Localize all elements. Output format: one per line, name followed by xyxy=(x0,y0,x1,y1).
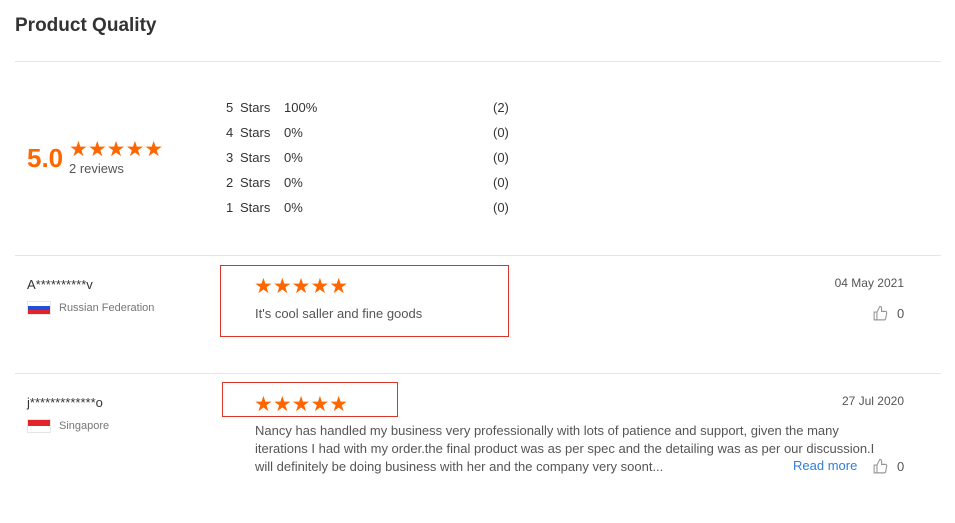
reviewer-name: j*************o xyxy=(27,395,103,410)
star-level: 3 xyxy=(226,150,234,165)
star-level: 2 xyxy=(226,175,234,190)
star-label: Stars xyxy=(240,100,271,115)
distribution-row[interactable]: 3 Stars 0% (0) xyxy=(226,150,526,168)
reviewer-country: Russian Federation xyxy=(27,301,154,315)
distribution-row[interactable]: 2 Stars 0% (0) xyxy=(226,175,526,193)
star-level: 1 xyxy=(226,200,234,215)
distribution-row[interactable]: 5 Stars 100% (2) xyxy=(226,100,526,118)
review-text: Nancy has handled my business very profe… xyxy=(255,423,875,474)
like-count: 0 xyxy=(897,459,905,474)
divider xyxy=(15,255,941,256)
review-stars-icon: ★★★★★ xyxy=(254,275,349,298)
average-stars-icon: ★★★★★ xyxy=(69,138,164,161)
star-percent: 0% xyxy=(284,150,303,165)
review-date: 27 Jul 2020 xyxy=(841,394,904,408)
star-percent: 0% xyxy=(284,125,303,140)
star-label: Stars xyxy=(240,175,271,190)
average-score: 5.0 xyxy=(27,143,64,173)
star-percent: 0% xyxy=(284,200,303,215)
distribution-row[interactable]: 4 Stars 0% (0) xyxy=(226,125,526,143)
star-label: Stars xyxy=(240,200,271,215)
russia-flag-icon xyxy=(27,301,51,315)
distribution-row[interactable]: 1 Stars 0% (0) xyxy=(226,200,526,218)
star-level: 4 xyxy=(226,125,234,140)
reviewer-name: A**********v xyxy=(27,277,93,292)
star-percent: 100% xyxy=(284,100,318,115)
singapore-flag-icon xyxy=(27,419,51,433)
read-more-link[interactable]: Read more xyxy=(793,458,857,473)
review-stars-icon: ★★★★★ xyxy=(254,393,349,416)
star-label: Stars xyxy=(240,125,271,140)
divider xyxy=(15,373,941,374)
like-button[interactable]: 0 xyxy=(872,305,904,322)
review-date: 04 May 2021 xyxy=(834,276,904,290)
like-button[interactable]: 0 xyxy=(872,458,904,475)
star-label: Stars xyxy=(240,150,271,165)
like-count: 0 xyxy=(897,306,905,321)
star-count: (0) xyxy=(493,200,509,215)
country-name: Singapore xyxy=(59,420,110,432)
star-count: (2) xyxy=(493,100,509,115)
star-percent: 0% xyxy=(284,175,303,190)
star-level: 5 xyxy=(226,100,234,115)
divider xyxy=(15,61,941,62)
review-count: 2 reviews xyxy=(69,161,124,176)
star-count: (0) xyxy=(493,125,509,140)
star-count: (0) xyxy=(493,150,509,165)
thumbs-up-icon xyxy=(873,458,888,474)
star-count: (0) xyxy=(493,175,509,190)
review-text: It's cool saller and fine goods xyxy=(255,306,423,321)
country-name: Russian Federation xyxy=(59,302,155,314)
section-title: Product Quality xyxy=(15,15,157,36)
reviewer-country: Singapore xyxy=(27,419,109,433)
thumbs-up-icon xyxy=(873,305,888,321)
